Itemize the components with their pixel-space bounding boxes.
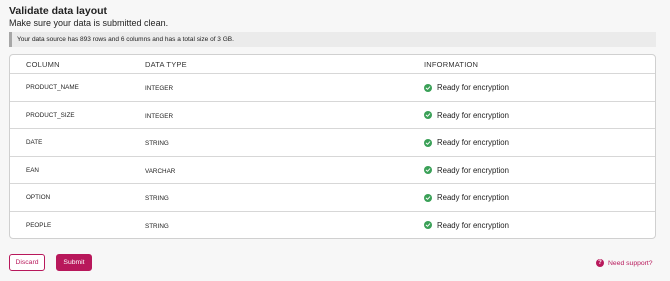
header-data-type: DATA TYPE — [145, 60, 187, 69]
column-name: DATE — [26, 139, 43, 146]
column-name: PEOPLE — [26, 221, 52, 229]
table-row: DATE STRING Ready for encryption — [10, 129, 655, 157]
check-circle-icon — [424, 83, 432, 92]
column-info: Ready for encryption — [424, 83, 509, 92]
column-type: STRING — [145, 195, 169, 202]
info-text: Ready for encryption — [437, 138, 509, 147]
info-text: Ready for encryption — [437, 83, 509, 92]
info-text: Ready for encryption — [437, 193, 509, 202]
check-circle-icon — [424, 166, 432, 174]
column-type: INTEGER — [145, 112, 173, 120]
column-info: Ready for encryption — [424, 111, 509, 120]
check-circle-icon — [424, 138, 432, 147]
info-text: Ready for encryption — [437, 165, 509, 175]
column-name: EAN — [26, 166, 39, 174]
column-info: Ready for encryption — [424, 166, 509, 175]
column-type: INTEGER — [145, 85, 173, 92]
need-support-link[interactable]: ? Need support? — [596, 259, 653, 267]
data-layout-table: COLUMN DATA TYPE INFORMATION PRODUCT_NAM… — [9, 54, 656, 239]
info-text: Ready for encryption — [437, 220, 509, 230]
check-circle-icon — [424, 193, 432, 202]
column-name: PRODUCT_SIZE — [26, 111, 75, 119]
header-information: INFORMATION — [424, 60, 479, 69]
check-circle-icon — [424, 221, 432, 229]
table-row: PRODUCT_NAME INTEGER Ready for encryptio… — [10, 74, 655, 102]
submit-button[interactable]: Submit — [56, 254, 92, 271]
question-circle-icon: ? — [596, 259, 604, 267]
column-name: PRODUCT_NAME — [26, 84, 79, 91]
column-name: OPTION — [26, 194, 51, 201]
column-info: Ready for encryption — [424, 138, 509, 147]
column-info: Ready for encryption — [424, 193, 509, 202]
column-type: VARCHAR — [145, 167, 176, 175]
info-bar: Your data source has 893 rows and 6 colu… — [9, 32, 656, 47]
need-support-label: Need support? — [608, 259, 653, 267]
column-type: STRING — [145, 140, 169, 147]
info-bar-text: Your data source has 893 rows and 6 colu… — [17, 36, 234, 43]
check-circle-icon — [424, 111, 432, 119]
page-title: Validate data layout — [9, 5, 108, 17]
table-row: PRODUCT_SIZE INTEGER Ready for encryptio… — [10, 102, 655, 129]
discard-button[interactable]: Discard — [9, 254, 45, 271]
table-row: PEOPLE STRING Ready for encryption — [10, 212, 655, 239]
column-info: Ready for encryption — [424, 221, 509, 230]
table-row: OPTION STRING Ready for encryption — [10, 184, 655, 212]
table-row: EAN VARCHAR Ready for encryption — [10, 157, 655, 184]
info-text: Ready for encryption — [437, 110, 509, 120]
header-column: COLUMN — [26, 60, 60, 69]
table-header: COLUMN DATA TYPE INFORMATION — [10, 55, 655, 74]
page-subtitle: Make sure your data is submitted clean. — [9, 18, 169, 28]
column-type: STRING — [145, 222, 169, 230]
